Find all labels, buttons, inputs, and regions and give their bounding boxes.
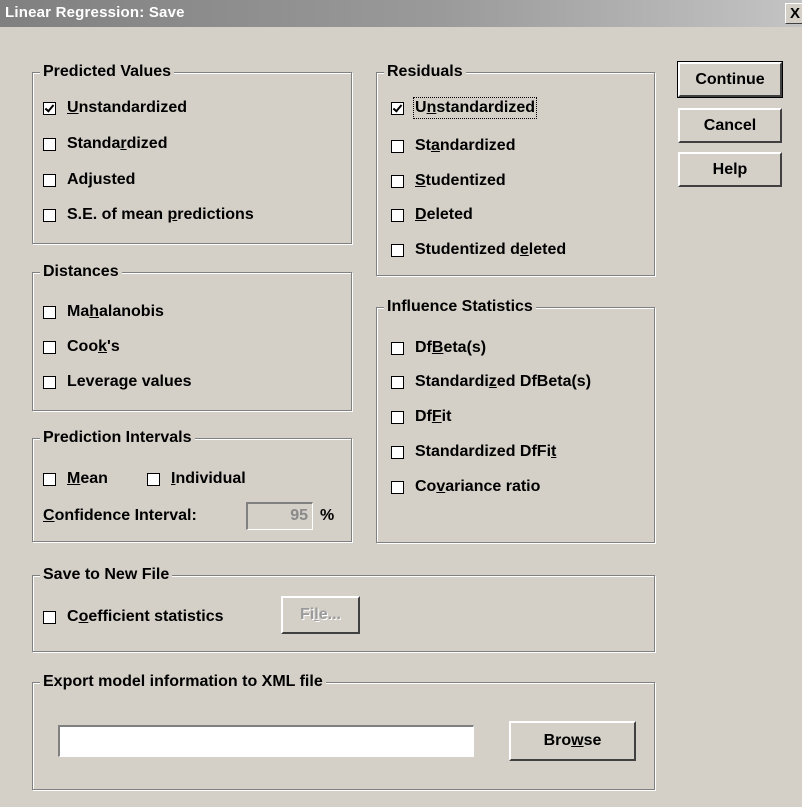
distances-group: Distances Mahalanobis Cook's Leverage va… [32,262,352,411]
res-unstandardized-checkbox[interactable]: Unstandardized [391,97,538,119]
pv-adjusted-checkbox[interactable]: Adjusted [43,170,135,190]
linear-regression-save-dialog: Linear Regression: Save X Predicted Valu… [0,0,802,807]
option-label: Standardized DfFit [415,443,557,460]
checkbox-box [43,208,56,222]
option-label: Standardized DfBeta(s) [415,373,592,390]
help-button[interactable]: Help [678,152,782,187]
option-label: Unstandardized [412,97,538,119]
confidence-interval-label: Confidence Interval: [43,507,197,524]
res-deleted-checkbox[interactable]: Deleted [391,205,473,225]
res-standardized-checkbox[interactable]: Standardized [391,136,515,156]
checkbox-box [43,173,56,187]
predicted-values-group: Predicted Values Unstandardized Standard… [32,62,352,244]
option-label: DfFit [415,408,452,425]
checkbox-box [43,101,56,115]
checkbox-box [391,375,404,389]
checkbox-box [43,137,56,151]
checkbox-box [391,139,404,153]
influence-statistics-group: Influence Statistics DfBeta(s) Standardi… [376,297,655,543]
option-label: Coefficient statistics [67,608,224,625]
cancel-button[interactable]: Cancel [678,108,782,143]
continue-button[interactable]: Continue [677,61,783,98]
dist-cooks-checkbox[interactable]: Cook's [43,337,120,357]
pi-mean-checkbox[interactable]: Mean [43,469,108,489]
prediction-intervals-group: Prediction Intervals Mean Individual Con… [32,428,352,542]
predicted-values-title: Predicted Values [40,62,175,82]
prediction-intervals-title: Prediction Intervals [40,428,195,448]
option-label: Unstandardized [67,99,188,116]
checkbox-box [391,174,404,188]
window-title: Linear Regression: Save [5,4,185,21]
file-button[interactable]: Fi l e... [281,596,360,634]
coefficient-statistics-checkbox[interactable]: Coefficient statistics [43,607,224,627]
inf-std-dffit-checkbox[interactable]: Standardized DfFit [391,442,556,462]
pv-standardized-checkbox[interactable]: Standardized [43,134,167,154]
distances-title: Distances [40,262,122,282]
residuals-title: Residuals [384,62,466,82]
option-label: Standardized [67,135,168,152]
close-button[interactable]: X [785,3,802,24]
checkbox-box [391,410,404,424]
res-studentized-checkbox[interactable]: Studentized [391,171,506,191]
option-label: Mean [67,470,108,487]
option-label: Cook's [67,338,120,355]
pi-individual-checkbox[interactable]: Individual [147,469,246,489]
inf-std-dfbeta-checkbox[interactable]: Standardized DfBeta(s) [391,372,591,392]
option-label: Studentized deleted [415,241,567,258]
checkbox-box [43,610,56,624]
title-bar: Linear Regression: Save X [0,0,802,27]
option-label: Deleted [415,206,473,223]
save-to-new-file-group: Save to New File Coefficient statistics … [32,565,655,652]
export-xml-group: Export model information to XML file Bro… [32,672,655,790]
checkbox-box [391,208,404,222]
checkbox-box [43,375,56,389]
checkbox-box [391,480,404,494]
checkbox-box [43,340,56,354]
checkbox-box [43,472,56,486]
percent-sign: % [320,507,335,524]
browse-button[interactable]: Bro w se [509,721,636,761]
option-label: DfBeta(s) [415,339,487,356]
pv-unstandardized-checkbox[interactable]: Unstandardized [43,98,187,118]
xml-file-path-input[interactable] [58,725,474,757]
confidence-interval-input[interactable]: 95 [246,502,313,530]
checkbox-box [391,341,404,355]
inf-dfbeta-checkbox[interactable]: DfBeta(s) [391,338,486,358]
dist-mahalanobis-checkbox[interactable]: Mahalanobis [43,302,164,322]
option-label: Individual [171,470,246,487]
checkbox-box [391,101,404,115]
residuals-group: Residuals Unstandardized Standardized St… [376,62,655,276]
inf-covariance-ratio-checkbox[interactable]: Covariance ratio [391,477,540,497]
option-label: Leverage values [67,373,192,390]
option-label: S.E. of mean predictions [67,206,254,223]
option-label: Studentized [415,172,506,189]
export-xml-title: Export model information to XML file [40,672,326,692]
save-to-new-file-title: Save to New File [40,565,173,585]
checkbox-box [147,472,160,486]
checkbox-box [391,445,404,459]
checkbox-box [391,243,404,257]
option-label: Mahalanobis [67,303,164,320]
option-label: Adjusted [67,171,136,188]
influence-statistics-title: Influence Statistics [384,297,536,317]
dist-leverage-checkbox[interactable]: Leverage values [43,372,192,392]
option-label: Standardized [415,137,516,154]
pv-se-mean-predictions-checkbox[interactable]: S.E. of mean predictions [43,205,254,225]
res-studentized-deleted-checkbox[interactable]: Studentized deleted [391,240,566,260]
checkbox-box [43,305,56,319]
inf-dffit-checkbox[interactable]: DfFit [391,407,451,427]
option-label: Covariance ratio [415,478,541,495]
